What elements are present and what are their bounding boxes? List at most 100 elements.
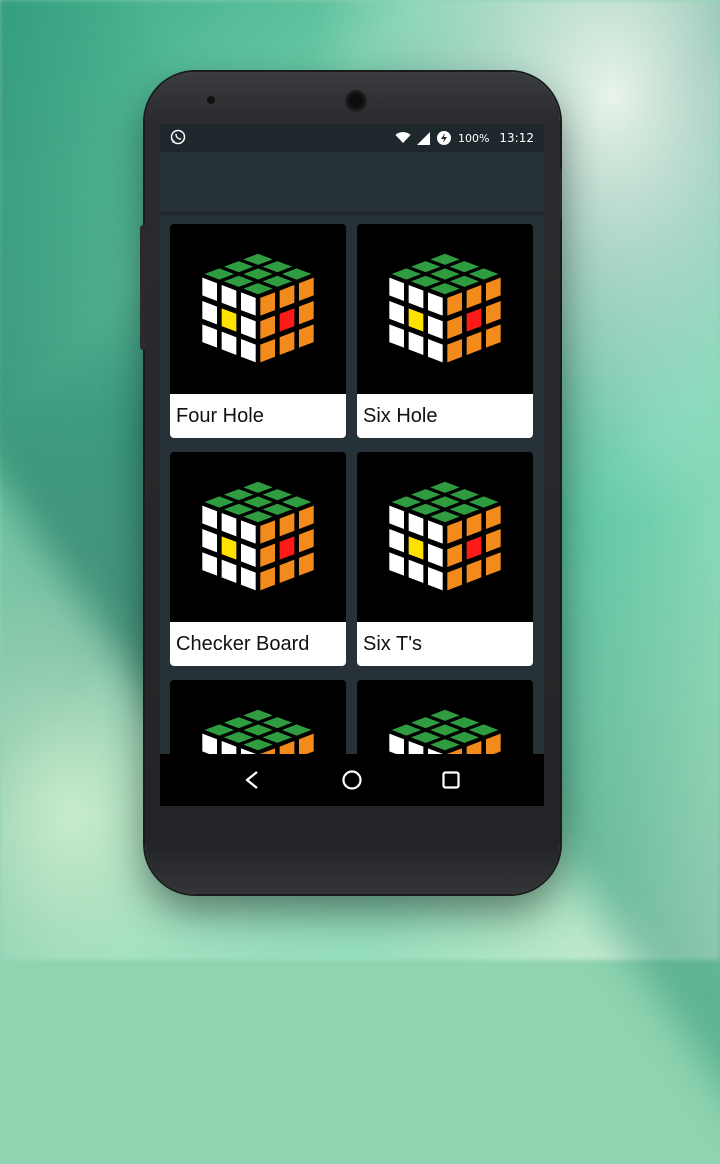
cube-sticker <box>410 489 441 501</box>
cube-sticker <box>447 292 463 316</box>
cube-sticker <box>449 489 480 501</box>
cube-sticker <box>279 536 295 560</box>
cube-sticker <box>389 277 405 301</box>
cube-sticker <box>279 285 295 309</box>
pattern-card[interactable]: Four Hole <box>170 224 346 438</box>
cube-sticker <box>262 489 293 501</box>
cube-sticker <box>427 339 443 363</box>
cube-sticker <box>485 552 501 576</box>
cube-sticker <box>262 731 293 743</box>
cube-sticker <box>485 277 501 301</box>
cube-sticker <box>281 496 312 508</box>
cube-sticker <box>240 520 256 544</box>
cube-sticker <box>221 308 237 332</box>
cube-sticker <box>221 331 237 355</box>
cube-pattern-image <box>202 481 314 591</box>
cube-sticker <box>262 717 293 729</box>
cube-sticker <box>466 308 482 332</box>
pattern-thumbnail <box>357 224 533 394</box>
cube-sticker <box>468 724 499 736</box>
cube-sticker <box>410 717 441 729</box>
cube-sticker <box>221 536 237 560</box>
cube-sticker <box>410 275 441 287</box>
cube-sticker <box>202 505 218 529</box>
cube-sticker <box>468 268 499 280</box>
cube-sticker <box>260 567 276 591</box>
cube-sticker <box>430 511 460 523</box>
cube-sticker <box>262 275 293 287</box>
cube-sticker <box>466 331 482 355</box>
cube-sticker <box>202 324 218 348</box>
cube-sticker <box>447 543 463 567</box>
cube-sticker <box>449 261 480 273</box>
pattern-thumbnail <box>357 452 533 622</box>
cube-sticker <box>281 268 312 280</box>
cube-sticker <box>427 520 443 544</box>
cube-sticker <box>449 503 480 515</box>
cube-sticker <box>468 496 499 508</box>
cube-sticker <box>430 268 460 280</box>
cube-sticker <box>298 301 314 325</box>
cube-sticker <box>430 496 460 508</box>
power-button <box>556 168 562 220</box>
cube-sticker <box>449 731 480 743</box>
cube-sticker <box>243 511 273 523</box>
cube-sticker <box>243 283 273 295</box>
cube-sticker <box>243 496 273 508</box>
cube-sticker <box>449 275 480 287</box>
cube-sticker <box>298 324 314 348</box>
cube-sticker <box>204 496 235 508</box>
cube-sticker <box>260 292 276 316</box>
cube-sticker <box>389 529 405 553</box>
cube-sticker <box>223 489 254 501</box>
cube-sticker <box>391 268 422 280</box>
cube-sticker <box>430 283 460 295</box>
pattern-card[interactable]: Six Hole <box>357 224 533 438</box>
cube-sticker <box>485 324 501 348</box>
pattern-card[interactable]: Six T's <box>357 452 533 666</box>
signal-icon <box>416 131 430 145</box>
cube-sticker <box>389 324 405 348</box>
cube-sticker <box>447 567 463 591</box>
cube-sticker <box>281 724 312 736</box>
cube-sticker <box>408 285 424 309</box>
pattern-card[interactable]: Checker Board <box>170 452 346 666</box>
cube-sticker <box>389 505 405 529</box>
back-icon[interactable] <box>242 769 264 791</box>
cube-sticker <box>223 503 254 515</box>
cube-sticker <box>204 724 235 736</box>
cube-sticker <box>391 724 422 736</box>
home-icon[interactable] <box>341 769 363 791</box>
cube-sticker <box>202 552 218 576</box>
cube-sticker <box>243 724 273 736</box>
cube-sticker <box>430 253 460 265</box>
cube-sticker <box>466 536 482 560</box>
cube-sticker <box>243 253 273 265</box>
recents-icon[interactable] <box>440 769 462 791</box>
pattern-label: Six T's <box>357 622 533 666</box>
cube-sticker <box>240 315 256 339</box>
volume-button <box>140 225 146 350</box>
cube-sticker <box>389 301 405 325</box>
cube-sticker <box>427 292 443 316</box>
cube-sticker <box>240 292 256 316</box>
cube-sticker <box>408 331 424 355</box>
clock: 13:12 <box>499 131 534 145</box>
cube-sticker <box>430 724 460 736</box>
pattern-label: Six Hole <box>357 394 533 438</box>
cube-sticker <box>298 529 314 553</box>
cube-sticker <box>243 739 273 751</box>
cube-sticker <box>240 339 256 363</box>
cube-sticker <box>221 285 237 309</box>
wifi-icon <box>395 132 411 143</box>
cube-sticker <box>260 543 276 567</box>
cube-sticker <box>298 552 314 576</box>
cube-sticker <box>223 275 254 287</box>
cube-sticker <box>466 513 482 537</box>
status-bar: 100% 13:12 <box>160 124 544 152</box>
pattern-label: Four Hole <box>170 394 346 438</box>
battery-percent: 100% <box>457 131 490 145</box>
cube-sticker <box>223 261 254 273</box>
cube-sticker <box>240 543 256 567</box>
cube-sticker <box>466 559 482 583</box>
